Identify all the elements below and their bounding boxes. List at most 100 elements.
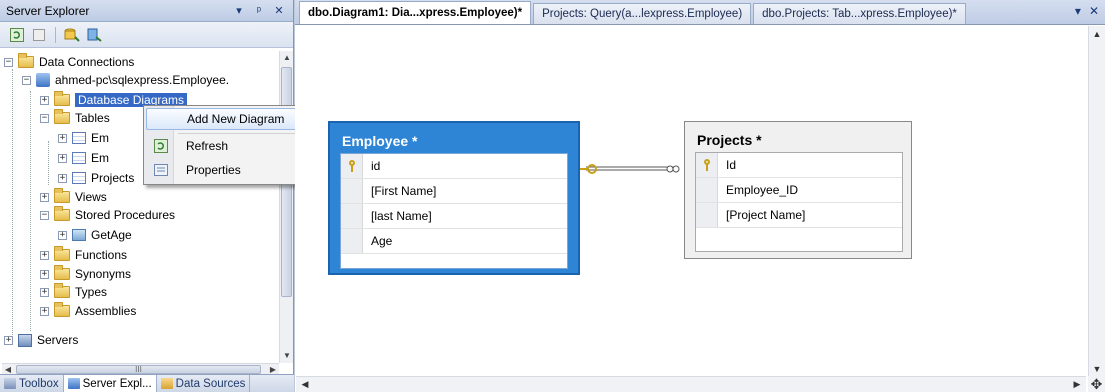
data-sources-icon (160, 378, 173, 389)
tab-label: Toolbox (19, 377, 59, 390)
tool-window-tabs: Toolbox Server Expl... Data Sources (0, 374, 294, 392)
projects-columns: Id Employee_ID [Project Name] (695, 152, 903, 252)
tree-item-table[interactable]: + Em (58, 149, 109, 167)
server-explorer-icon (67, 378, 80, 389)
expand-icon[interactable]: + (4, 335, 13, 345)
expand-icon[interactable]: + (40, 306, 49, 316)
tab-data-sources[interactable]: Data Sources (157, 375, 251, 392)
employee-table-shape[interactable]: Employee * id [First Name] [last Name] A… (328, 121, 580, 275)
window-position-icon[interactable]: ▾ (231, 4, 247, 17)
scroll-up-arrow-icon[interactable]: ▲ (1089, 26, 1105, 42)
table-icon (72, 152, 86, 164)
tree-item-views[interactable]: + Views (40, 188, 107, 206)
relationship-line[interactable] (580, 164, 684, 174)
connect-database-icon (64, 28, 80, 42)
connect-to-server-button[interactable] (85, 26, 103, 44)
column-name: Employee_ID (726, 183, 799, 197)
collapse-icon[interactable]: − (4, 57, 13, 67)
menu-item-add-new-diagram[interactable]: Add New Diagram (146, 108, 317, 130)
properties-icon (146, 163, 176, 177)
menu-item-refresh[interactable]: Refresh (146, 135, 317, 157)
toolbox-icon (4, 378, 16, 389)
tree-guide-line (12, 69, 13, 339)
tree-guide-line (48, 141, 49, 185)
expand-icon[interactable]: + (58, 173, 67, 183)
tree-item-label: Em (91, 131, 109, 145)
scroll-down-arrow-icon[interactable]: ▼ (280, 349, 294, 363)
tree-item-tables[interactable]: − Tables (40, 109, 110, 127)
close-document-icon[interactable]: ✕ (1089, 4, 1099, 18)
expand-icon[interactable]: + (40, 95, 49, 105)
tab-server-explorer[interactable]: Server Expl... (63, 375, 157, 392)
column-row[interactable]: [First Name] (341, 179, 567, 204)
tree-item-data-connections[interactable]: − Data Connections (4, 53, 134, 71)
scroll-left-arrow-icon[interactable]: ◀ (298, 377, 312, 392)
context-menu: Add New Diagram Refresh Properties (143, 105, 320, 185)
canvas-horizontal-scrollbar[interactable]: ◀ ▶ (296, 376, 1086, 392)
column-row[interactable]: [Project Name] (696, 203, 902, 228)
tree-item-label: Em (91, 151, 109, 165)
column-row[interactable]: id (341, 154, 567, 179)
connect-server-icon (87, 28, 102, 42)
column-row[interactable]: Age (341, 229, 567, 254)
tree-item-assemblies[interactable]: + Assemblies (40, 302, 136, 320)
refresh-button[interactable] (8, 26, 26, 44)
column-name: [Project Name] (726, 208, 806, 222)
diagram-canvas[interactable]: Employee * id [First Name] [last Name] A… (296, 26, 1086, 377)
tree-item-table[interactable]: + Projects (58, 169, 134, 187)
relationship-key-icon (587, 164, 597, 174)
column-row[interactable]: [last Name] (341, 204, 567, 229)
tab-diagram1[interactable]: dbo.Diagram1: Dia...xpress.Employee)* (299, 1, 532, 24)
stop-refresh-button[interactable] (30, 26, 48, 44)
active-files-dropdown-icon[interactable]: ▾ (1075, 4, 1081, 18)
canvas-vertical-scrollbar[interactable]: ▲ ▼ (1088, 26, 1105, 377)
expand-icon[interactable]: + (40, 269, 49, 279)
refresh-icon (146, 139, 176, 153)
tree-item-label: Views (75, 190, 107, 204)
navigate-diagram-icon[interactable]: ✥ (1088, 376, 1105, 392)
scroll-right-arrow-icon[interactable]: ▶ (1070, 377, 1084, 392)
row-selector (341, 229, 363, 253)
tree-item-label: Stored Procedures (75, 208, 176, 222)
tree-item-stored-procedures[interactable]: − Stored Procedures (40, 206, 175, 224)
tree-item-synonyms[interactable]: + Synonyms (40, 265, 131, 283)
expand-icon[interactable]: + (58, 133, 67, 143)
tree-item-label: ahmed-pc\sqlexpress.Employee. (55, 73, 230, 87)
tree-item-types[interactable]: + Types (40, 283, 107, 301)
projects-table-shape[interactable]: Projects * Id Employee_ID [Project Name] (684, 121, 912, 259)
tree-item-table[interactable]: + Em (58, 129, 109, 147)
tree-item-getage[interactable]: + GetAge (58, 226, 132, 244)
auto-hide-pin-icon[interactable]: ᵖ (251, 5, 267, 17)
column-row[interactable]: Employee_ID (696, 178, 902, 203)
scroll-down-arrow-icon[interactable]: ▼ (1089, 361, 1105, 377)
collapse-icon[interactable]: − (40, 113, 49, 123)
expand-icon[interactable]: + (40, 250, 49, 260)
column-name: Age (371, 234, 393, 248)
expand-icon[interactable]: + (58, 153, 67, 163)
document-area: dbo.Diagram1: Dia...xpress.Employee)* Pr… (295, 0, 1105, 392)
tree-vertical-scrollbar[interactable]: ▲ ▼ (279, 51, 293, 363)
collapse-icon[interactable]: − (40, 210, 49, 220)
tree-item-label: Assemblies (75, 304, 137, 318)
menu-item-properties[interactable]: Properties (146, 159, 317, 181)
expand-icon[interactable]: + (40, 287, 49, 297)
tab-projects-table[interactable]: dbo.Projects: Tab...xpress.Employee)* (753, 3, 966, 24)
tree-item-servers[interactable]: + Servers (4, 331, 78, 349)
tree-item-label: Synonyms (75, 267, 132, 281)
primary-key-slot (341, 154, 363, 178)
tree-item-connection[interactable]: − ahmed-pc\sqlexpress.Employee. (22, 71, 229, 89)
column-row[interactable]: Id (696, 153, 902, 178)
expand-icon[interactable]: + (58, 230, 67, 240)
tab-toolbox[interactable]: Toolbox (0, 375, 64, 392)
scroll-up-arrow-icon[interactable]: ▲ (280, 51, 294, 65)
toolbar-separator (55, 26, 56, 43)
scrollbar-thumb[interactable]: III (16, 365, 261, 374)
close-icon[interactable]: ✕ (271, 4, 287, 17)
tree-item-functions[interactable]: + Functions (40, 246, 127, 264)
collapse-icon[interactable]: − (22, 75, 31, 85)
column-name: id (371, 159, 381, 173)
primary-key-icon (347, 160, 357, 172)
tab-projects-query[interactable]: Projects: Query(a...lexpress.Employee) (533, 3, 752, 24)
expand-icon[interactable]: + (40, 192, 49, 202)
connect-to-database-button[interactable] (63, 26, 81, 44)
